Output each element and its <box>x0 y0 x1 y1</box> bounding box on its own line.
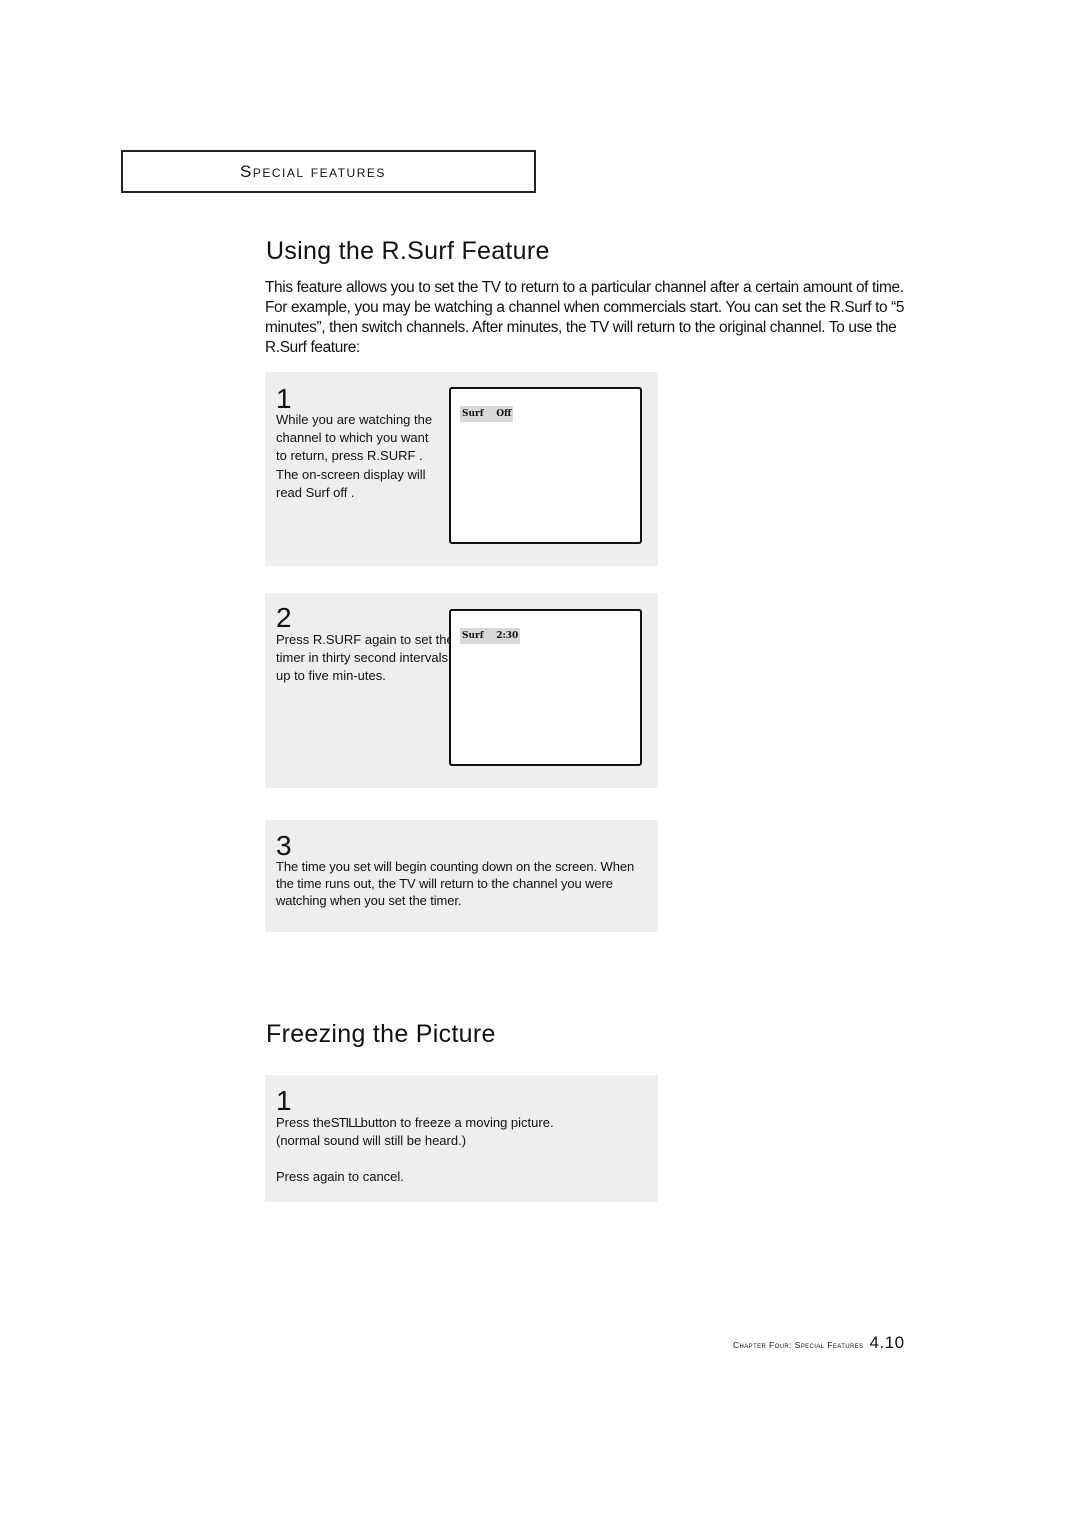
rsurf-intro: This feature allows you to set the TV to… <box>265 279 905 356</box>
footer-chapter: Chapter Four: Special Features <box>733 1340 864 1350</box>
page-footer: Chapter Four: Special Features 4.10 <box>733 1333 905 1353</box>
rsurf-step-3: 3 The time you set will begin counting d… <box>265 820 658 932</box>
freeze-title: Freezing the Picture <box>266 1020 496 1048</box>
step-number: 1 <box>276 1085 292 1116</box>
osd-value: Off <box>496 409 512 419</box>
osd-label: Surf <box>462 409 484 419</box>
freeze-step-1: 1 Press theSTILLbutton to freeze a movin… <box>265 1075 658 1202</box>
step-number: 2 <box>276 602 292 633</box>
section-header-label: Special Features <box>240 162 386 181</box>
step-cancel-text: Press again to cancel. <box>276 1169 404 1184</box>
page-number: 4.10 <box>869 1333 905 1352</box>
osd-label: Surf <box>462 631 484 641</box>
step-text: Press R.SURF again to set the timer in t… <box>276 632 454 684</box>
section-header: Special Features <box>121 150 536 193</box>
osd-display: Surf 2:30 <box>460 628 521 644</box>
step-text: The time you set will begin counting dow… <box>276 859 635 908</box>
step-number: 3 <box>276 830 292 861</box>
tv-screen-illustration: Surf Off <box>449 387 642 544</box>
step-number: 1 <box>276 383 292 414</box>
osd-display: Surf Off <box>460 406 514 422</box>
step-text: Press theSTILLbutton to freeze a moving … <box>276 1115 554 1130</box>
rsurf-step-2: 2 Press R.SURF again to set the timer in… <box>265 593 658 788</box>
rsurf-step-1: 1 While you are watching the channel to … <box>265 372 658 566</box>
osd-value: 2:30 <box>496 631 519 641</box>
still-button-name: STILL <box>330 1115 362 1130</box>
rsurf-title: Using the R.Surf Feature <box>266 237 550 265</box>
step-text: While you are watching the channel to wh… <box>276 412 433 500</box>
tv-screen-illustration: Surf 2:30 <box>449 609 642 766</box>
step-note: (normal sound will still be heard.) <box>276 1133 467 1148</box>
